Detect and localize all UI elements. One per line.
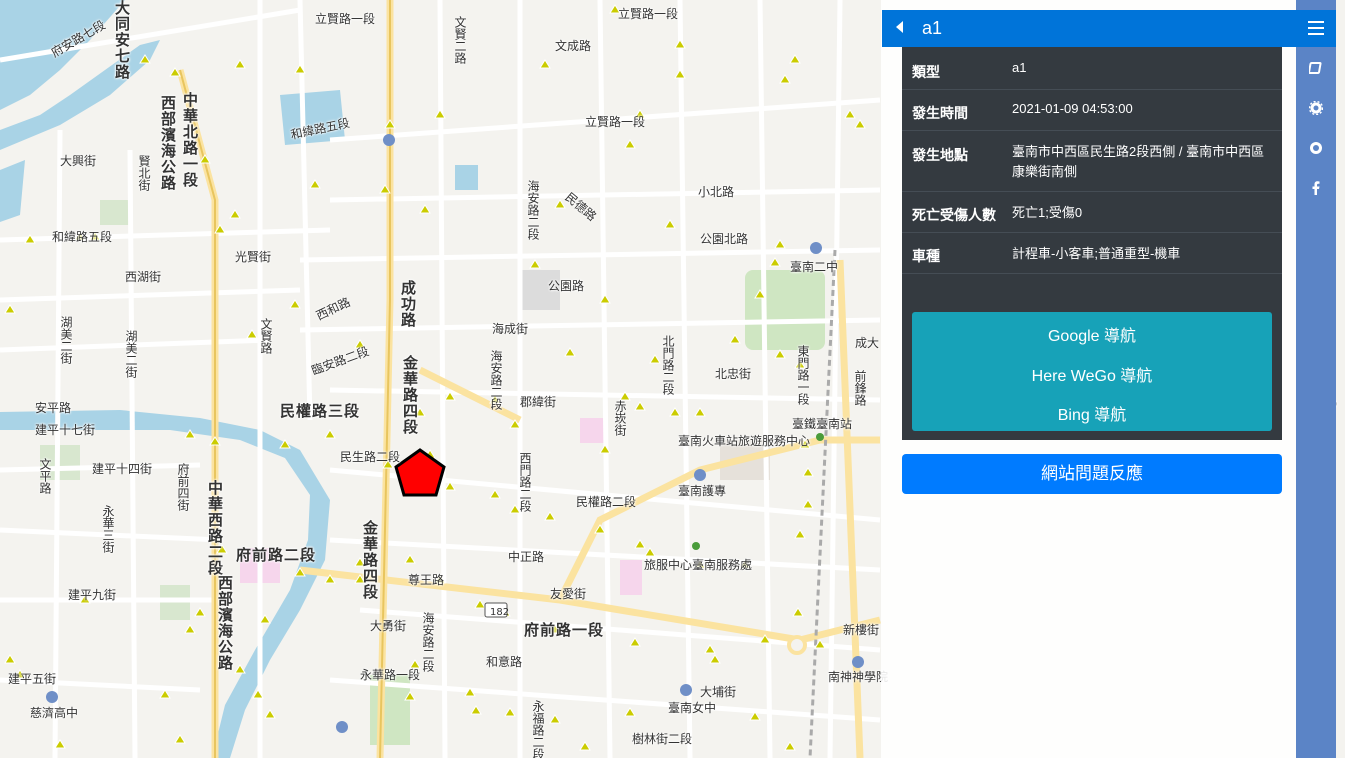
info-key: 車種 <box>912 248 940 264</box>
facebook-icon[interactable] <box>1296 168 1336 208</box>
gear-icon[interactable] <box>1296 88 1336 128</box>
info-key: 發生地點 <box>912 147 968 163</box>
info-key: 發生時間 <box>912 105 968 121</box>
info-row-time: 發生時間 2021-01-09 04:53:00 <box>902 89 1282 131</box>
bing-nav-button[interactable]: Bing 導航 <box>912 401 1272 425</box>
panel-title: a1 <box>922 18 943 38</box>
info-row-location: 發生地點 臺南市中西區民生路2段西側 / 臺南市中西區康樂街南側 <box>902 130 1282 192</box>
panel-header: a1 <box>882 10 1336 47</box>
navigation-buttons: Google 導航 Here WeGo 導航 Bing 導航 <box>912 312 1272 431</box>
book-icon[interactable] <box>1296 48 1336 88</box>
info-key: 類型 <box>912 64 940 80</box>
info-key: 死亡受傷人數 <box>912 207 996 223</box>
info-value: 2021-01-09 04:53:00 <box>1012 101 1133 116</box>
accident-info-panel: 類型 a1 發生時間 2021-01-09 04:53:00 發生地點 臺南市中… <box>902 47 1282 440</box>
feedback-button[interactable]: 網站問題反應 <box>902 454 1282 494</box>
info-row-casualties: 死亡受傷人數 死亡1;受傷0 <box>902 191 1282 233</box>
info-row-type: 類型 a1 <box>902 47 1282 90</box>
menu-icon[interactable] <box>1308 21 1324 39</box>
github-icon[interactable] <box>1296 128 1336 168</box>
info-value: 計程車-小客車;普通重型-機車 <box>1012 246 1181 261</box>
herewego-nav-button[interactable]: Here WeGo 導航 <box>912 362 1272 386</box>
info-value: 臺南市中西區民生路2段西側 / 臺南市中西區康樂街南側 <box>1012 144 1265 179</box>
info-value: a1 <box>1012 60 1027 75</box>
info-value: 死亡1;受傷0 <box>1012 205 1083 220</box>
info-row-vehicles: 車種 計程車-小客車;普通重型-機車 <box>902 232 1282 274</box>
sidebar-tabs <box>1296 0 1336 758</box>
google-nav-button[interactable]: Google 導航 <box>912 322 1272 346</box>
collapse-panel-icon[interactable] <box>896 21 903 33</box>
